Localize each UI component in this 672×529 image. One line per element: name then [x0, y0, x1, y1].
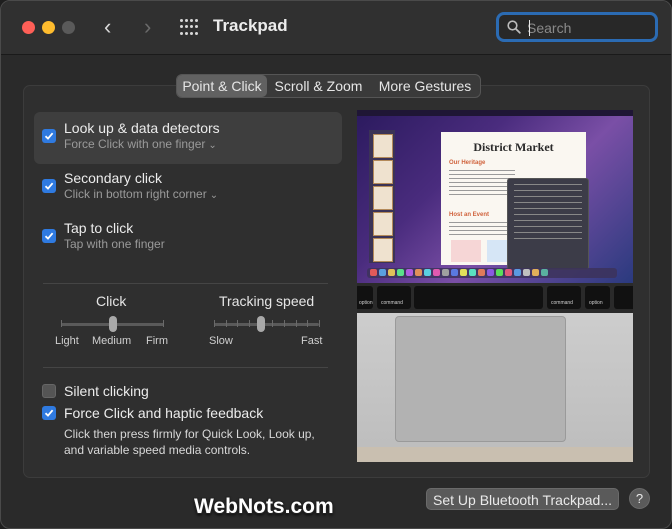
preview-screen: District Market Our Heritage Host an Eve… [357, 110, 633, 283]
look-up-sub-text: Force Click with one finger [64, 137, 206, 151]
slider-tick [249, 320, 250, 327]
force-click-label: Force Click and haptic feedback [64, 405, 264, 421]
page-thumbnail [373, 160, 393, 184]
page-thumbnail [373, 134, 393, 158]
tab-scroll-and-zoom[interactable]: Scroll & Zoom [267, 75, 370, 97]
slider-tick [284, 320, 285, 327]
preview-key: option [357, 286, 373, 309]
preview-key: option [585, 286, 610, 309]
gesture-preview-video: District Market Our Heritage Host an Eve… [357, 110, 633, 462]
setup-bluetooth-trackpad-button[interactable]: Set Up Bluetooth Trackpad... [426, 488, 619, 510]
secondary-click-checkbox[interactable] [42, 179, 56, 193]
tab-more-gestures[interactable]: More Gestures [370, 75, 480, 97]
slider-tick [163, 320, 164, 327]
title-bar: ‹ › Trackpad [1, 1, 671, 55]
search-input[interactable] [527, 18, 652, 37]
text-cursor [529, 20, 530, 36]
preview-spacebar [414, 286, 543, 309]
chevron-down-icon: ⌄ [208, 140, 217, 151]
preview-doc-title: District Market [473, 140, 554, 154]
look-up-checkbox[interactable] [42, 129, 56, 143]
tracking-slider-track[interactable] [214, 323, 319, 326]
tap-to-click-sub: Tap with one finger [64, 237, 165, 251]
preview-key [614, 286, 633, 309]
tap-to-click-label: Tap to click [64, 220, 134, 236]
preview-page-thumbnails [369, 130, 395, 263]
preview-keyboard: option command command option [357, 283, 633, 313]
tracking-slider-title: Tracking speed [219, 293, 315, 309]
look-up-sub[interactable]: Force Click with one finger ⌄ [64, 137, 217, 151]
preview-palmrest [357, 313, 633, 462]
force-click-checkbox[interactable] [42, 406, 56, 420]
minimize-button[interactable] [42, 21, 55, 34]
secondary-click-sub[interactable]: Click in bottom right corner ⌄ [64, 187, 218, 201]
silent-clicking-checkbox[interactable] [42, 384, 56, 398]
option-secondary-click[interactable]: Secondary click Click in bottom right co… [34, 162, 342, 214]
back-arrow-icon[interactable]: ‹ [104, 15, 111, 39]
checkmark-icon [44, 132, 54, 140]
secondary-click-sub-text: Click in bottom right corner [64, 187, 207, 201]
slider-tick [307, 320, 309, 327]
look-up-label: Look up & data detectors [64, 120, 220, 136]
click-label-light: Light [55, 335, 79, 347]
slider-tick [237, 320, 239, 327]
preview-lookup-popup [507, 178, 589, 270]
slider-tick [225, 320, 227, 327]
preview-doc-text [449, 170, 515, 198]
option-look-up[interactable]: Look up & data detectors Force Click wit… [34, 112, 342, 164]
secondary-click-label: Secondary click [64, 170, 163, 186]
close-button[interactable] [22, 21, 35, 34]
page-thumbnail [373, 186, 393, 210]
option-tap-to-click[interactable]: Tap to click Tap with one finger [34, 212, 342, 264]
preview-key: command [377, 286, 411, 309]
help-button[interactable]: ? [629, 488, 650, 509]
preview-menubar [357, 110, 633, 116]
tab-point-and-click[interactable]: Point & Click [177, 75, 267, 97]
watermark: WebNots.com [194, 495, 334, 518]
preview-doc-heading: Host an Event [449, 212, 490, 218]
checkmark-icon [44, 409, 54, 417]
preview-trackpad [395, 316, 566, 442]
divider [43, 283, 328, 284]
tracking-slider-knob[interactable] [256, 316, 265, 332]
preview-doc-text [449, 222, 515, 238]
forward-arrow-icon[interactable]: › [144, 15, 151, 39]
page-thumbnail [373, 212, 393, 236]
click-label-medium: Medium [92, 335, 132, 347]
click-slider-title: Click [96, 293, 127, 309]
search-icon [507, 20, 521, 34]
trackpad-window: ‹ › Trackpad Point & Click Scroll & Zoom… [0, 0, 672, 529]
slider-tick [295, 320, 297, 327]
tracking-label-slow: Slow [209, 335, 233, 347]
preview-dock [367, 268, 617, 278]
tap-to-click-checkbox[interactable] [42, 229, 56, 243]
page-thumbnail [373, 238, 393, 262]
checkmark-icon [44, 232, 54, 240]
slider-tick [214, 320, 215, 327]
click-slider-knob[interactable] [108, 316, 117, 332]
divider [43, 367, 328, 368]
tracking-label-fast: Fast [301, 335, 323, 347]
silent-clicking-label: Silent clicking [64, 383, 149, 399]
preview-doc-heading: Our Heritage [449, 160, 486, 166]
window-title: Trackpad [213, 16, 288, 35]
chevron-down-icon: ⌄ [209, 190, 219, 201]
force-click-description: Click then press firmly for Quick Look, … [64, 427, 315, 457]
slider-tick [319, 320, 320, 327]
tab-bar: Point & Click Scroll & Zoom More Gesture… [176, 74, 481, 98]
slider-tick [61, 320, 62, 327]
search-field[interactable] [496, 12, 658, 42]
checkmark-icon [44, 182, 54, 190]
preview-table-edge [357, 447, 633, 462]
show-all-grid-icon[interactable] [180, 19, 198, 37]
zoom-button[interactable] [62, 21, 75, 34]
click-label-firm: Firm [146, 335, 168, 347]
preview-image [451, 240, 481, 262]
slider-tick [272, 320, 274, 327]
preview-key: command [547, 286, 581, 309]
